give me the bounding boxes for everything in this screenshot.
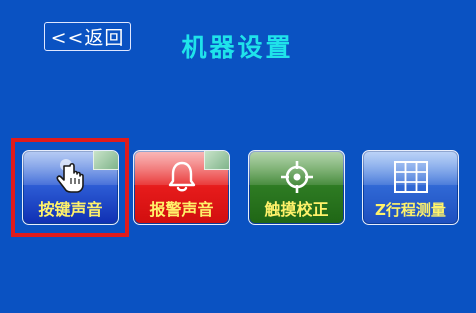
page-title: 机器设置: [181, 33, 294, 62]
tile-label: 触摸校正: [264, 200, 329, 219]
grid-icon: [363, 159, 458, 195]
key-sound-button[interactable]: 按键声音: [22, 150, 119, 225]
hand-pointer-icon: [23, 159, 118, 195]
tile-label: 报警声音: [149, 200, 214, 219]
back-button[interactable]: <<返回: [44, 22, 131, 51]
bell-icon: [134, 159, 229, 195]
tile-label: Z行程测量: [375, 201, 446, 219]
touch-calibration-button[interactable]: 触摸校正: [248, 150, 345, 225]
crosshair-icon: [249, 159, 344, 195]
tile-label: 按键声音: [38, 200, 103, 219]
z-travel-measure-button[interactable]: Z行程测量: [362, 150, 459, 225]
alarm-sound-button[interactable]: 报警声音: [133, 150, 230, 225]
